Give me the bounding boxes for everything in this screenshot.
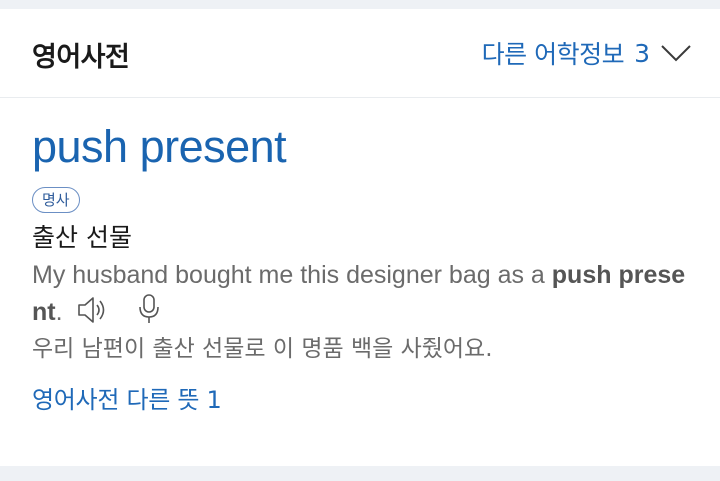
more-info-label: 다른 어학정보 <box>481 40 625 69</box>
more-language-info-button[interactable]: 다른 어학정보 3 <box>482 35 692 71</box>
example-translation: 우리 남편이 출산 선물로 이 명품 백을 사줬어요. <box>32 336 493 362</box>
speaker-icon[interactable] <box>76 295 110 325</box>
section-title: 영어사전 <box>32 42 130 73</box>
example-sentence: My husband bought me this designer bag a… <box>32 257 692 330</box>
dictionary-card: 영어사전 다른 어학정보 3 push present 명사 출산 선물 My … <box>0 9 720 466</box>
microphone-icon[interactable] <box>130 293 170 325</box>
chevron-down-icon <box>661 45 691 62</box>
meaning-text: 출산 선물 <box>32 223 132 252</box>
dictionary-entry: push present 명사 출산 선물 My husband bought … <box>32 121 692 415</box>
top-gap <box>0 0 720 9</box>
card-header: 영어사전 다른 어학정보 3 <box>0 9 720 98</box>
other-meanings-count: 1 <box>206 386 222 414</box>
headword-link[interactable]: push present <box>32 121 692 173</box>
part-of-speech-badge: 명사 <box>32 187 80 213</box>
example-text-after: . <box>55 298 63 326</box>
other-meanings-label: 영어사전 다른 뜻 <box>32 386 200 414</box>
example-text-before: My husband bought me this designer bag a… <box>32 261 552 289</box>
other-meanings-link[interactable]: 영어사전 다른 뜻 1 <box>32 380 222 415</box>
more-info-count: 3 <box>634 38 650 68</box>
